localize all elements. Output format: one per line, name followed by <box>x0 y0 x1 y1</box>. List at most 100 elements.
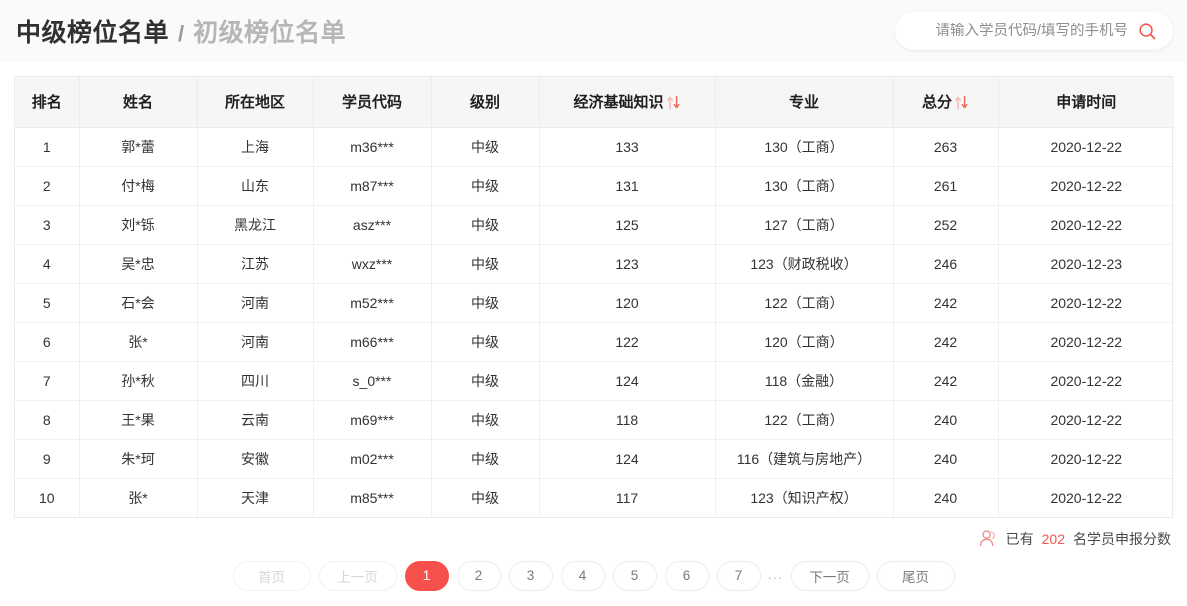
cell-student-code: m87*** <box>313 166 432 206</box>
column-header-basic-knowledge[interactable]: 经济基础知识 <box>539 77 716 128</box>
pagination-page-2[interactable]: 2 <box>456 560 501 591</box>
pagination-first-button[interactable]: 首页 <box>232 560 311 591</box>
cell-major: 127（工商） <box>715 205 894 245</box>
cell-basic-knowledge: 118 <box>539 400 716 440</box>
table-row: 4 吴*忠 江苏 wxz*** 中级 123 123（财政税收） 246 2020-12-23 <box>15 244 1174 284</box>
column-header-name: 姓名 <box>79 77 198 128</box>
cell-level: 中级 <box>431 478 540 518</box>
cell-rank: 8 <box>15 400 80 440</box>
cell-name: 王*果 <box>79 400 198 440</box>
column-header-label: 申请时间 <box>1056 94 1117 112</box>
cell-level: 中级 <box>431 127 540 167</box>
cell-total-score: 240 <box>893 478 999 518</box>
cell-basic-knowledge: 124 <box>539 361 716 401</box>
cell-apply-time: 2020-12-22 <box>998 322 1174 362</box>
pagination-page-5[interactable]: 5 <box>612 560 657 591</box>
pagination-page-6[interactable]: 6 <box>664 560 709 591</box>
cell-level: 中级 <box>431 244 540 284</box>
cell-basic-knowledge: 125 <box>539 205 716 245</box>
cell-major: 116（建筑与房地产） <box>715 439 894 479</box>
cell-region: 云南 <box>197 400 314 440</box>
cell-level: 中级 <box>431 361 540 401</box>
cell-level: 中级 <box>431 439 540 479</box>
cell-rank: 4 <box>15 244 80 284</box>
cell-region: 天津 <box>197 478 314 518</box>
cell-rank: 1 <box>15 127 80 167</box>
table-row: 8 王*果 云南 m69*** 中级 118 122（工商） 240 2020-12-22 <box>15 400 1174 440</box>
cell-major: 118（金融） <box>715 361 894 401</box>
cell-rank: 5 <box>15 283 80 323</box>
cell-student-code: s_0*** <box>313 361 432 401</box>
cell-region: 河南 <box>197 322 314 362</box>
rank-table: 排名 姓名 所在地区 学员代码 级别 经济基础知识 专业 总分 申请时间 1 郭… <box>15 77 1174 518</box>
pagination-page-7[interactable]: 7 <box>716 560 761 591</box>
cell-total-score: 242 <box>893 361 999 401</box>
column-header-label: 总分 <box>921 94 952 112</box>
cell-student-code: asz*** <box>313 205 432 245</box>
column-header-label: 所在地区 <box>224 94 285 112</box>
applicant-count-text-prefix: 已有 <box>1005 530 1034 547</box>
cell-region: 安徽 <box>197 439 314 479</box>
pagination-page-1[interactable]: 1 <box>404 560 449 591</box>
cell-name: 孙*秋 <box>79 361 198 401</box>
column-header-region: 所在地区 <box>197 77 314 128</box>
column-header-level: 级别 <box>431 77 540 128</box>
search-box[interactable] <box>895 12 1173 50</box>
cell-basic-knowledge: 123 <box>539 244 716 284</box>
column-header-student-code: 学员代码 <box>313 77 432 128</box>
cell-apply-time: 2020-12-22 <box>998 127 1174 167</box>
cell-name: 付*梅 <box>79 166 198 206</box>
cell-student-code: m69*** <box>313 400 432 440</box>
applicant-count-text-suffix: 名学员申报分数 <box>1073 530 1171 547</box>
cell-level: 中级 <box>431 322 540 362</box>
tab-intermediate-list[interactable]: 中级榜位名单 <box>16 13 169 49</box>
column-header-label: 级别 <box>469 94 500 112</box>
tab-primary-list[interactable]: 初级榜位名单 <box>193 13 346 49</box>
cell-apply-time: 2020-12-22 <box>998 166 1174 206</box>
cell-major: 122（工商） <box>715 400 894 440</box>
cell-level: 中级 <box>431 400 540 440</box>
cell-student-code: m85*** <box>313 478 432 518</box>
cell-apply-time: 2020-12-23 <box>998 244 1174 284</box>
pagination-page-3[interactable]: 3 <box>508 560 553 591</box>
cell-level: 中级 <box>431 283 540 323</box>
cell-rank: 9 <box>15 439 80 479</box>
cell-total-score: 242 <box>893 322 999 362</box>
column-header-label: 专业 <box>788 94 819 112</box>
pagination-ellipsis: ··· <box>767 569 784 585</box>
column-header-label: 排名 <box>31 94 62 112</box>
cell-basic-knowledge: 117 <box>539 478 716 518</box>
pagination-next-button[interactable]: 下一页 <box>790 560 869 591</box>
cell-major: 130（工商） <box>715 127 894 167</box>
column-header-label: 经济基础知识 <box>573 94 664 112</box>
sort-arrows-icon[interactable] <box>954 94 969 111</box>
cell-apply-time: 2020-12-22 <box>998 478 1174 518</box>
sort-arrows-icon[interactable] <box>666 94 681 111</box>
applicant-count-note: 已有 202 名学员申报分数 <box>0 529 1171 549</box>
cell-region: 河南 <box>197 283 314 323</box>
pagination-prev-button[interactable]: 上一页 <box>318 560 397 591</box>
cell-apply-time: 2020-12-22 <box>998 400 1174 440</box>
cell-name: 刘*铄 <box>79 205 198 245</box>
column-header-label: 学员代码 <box>341 94 402 112</box>
table-row: 7 孙*秋 四川 s_0*** 中级 124 118（金融） 242 2020-12-22 <box>15 361 1174 401</box>
cell-major: 123（知识产权） <box>715 478 894 518</box>
pagination-last-button[interactable]: 尾页 <box>876 560 955 591</box>
cell-rank: 3 <box>15 205 80 245</box>
cell-name: 石*会 <box>79 283 198 323</box>
cell-total-score: 261 <box>893 166 999 206</box>
page-title: 中级榜位名单 / 初级榜位名单 <box>16 13 346 49</box>
cell-name: 张* <box>79 322 198 362</box>
rank-table-container: 排名 姓名 所在地区 学员代码 级别 经济基础知识 专业 总分 申请时间 1 郭… <box>14 76 1174 518</box>
pagination-page-4[interactable]: 4 <box>560 560 605 591</box>
cell-level: 中级 <box>431 166 540 206</box>
cell-major: 130（工商） <box>715 166 894 206</box>
column-header-total-score[interactable]: 总分 <box>893 77 999 128</box>
search-icon[interactable] <box>1138 22 1157 41</box>
cell-basic-knowledge: 120 <box>539 283 716 323</box>
cell-student-code: m66*** <box>313 322 432 362</box>
cell-apply-time: 2020-12-22 <box>998 439 1174 479</box>
column-header-label: 姓名 <box>122 94 153 112</box>
search-input[interactable] <box>918 23 1128 39</box>
cell-rank: 10 <box>15 478 80 518</box>
